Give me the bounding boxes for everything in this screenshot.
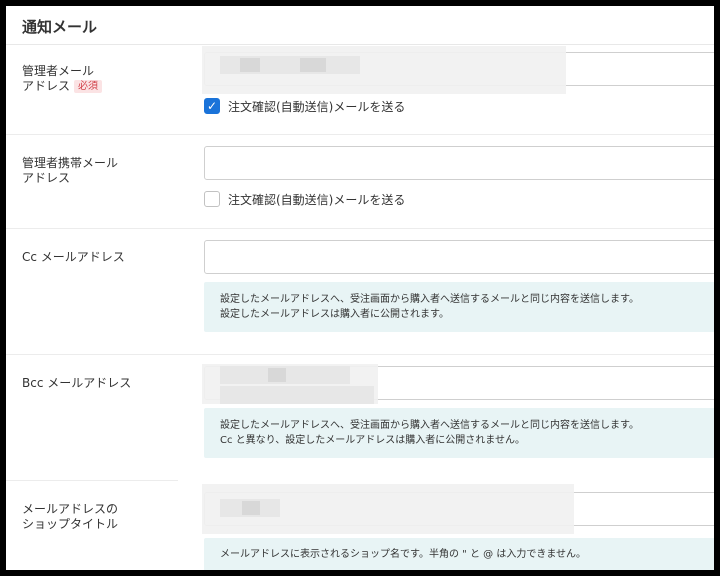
shop-title-label-line2: ショップタイトル xyxy=(22,517,119,531)
required-badge: 必須 xyxy=(74,80,103,93)
admin-mobile-email-confirm-checkbox[interactable]: 注文確認(自動送信)メールを送る xyxy=(204,190,405,208)
shop-title-help-text: メールアドレスに表示されるショップ名です。半角の " と @ は入力できません。 xyxy=(220,549,587,560)
admin-mobile-email-label-line1: 管理者携帯メール xyxy=(22,156,119,170)
row-divider xyxy=(6,354,714,355)
admin-mobile-email-label: 管理者携帯メール アドレス xyxy=(22,156,118,186)
shop-title-label-line1: メールアドレスの xyxy=(22,502,119,516)
shop-title-label: メールアドレスの ショップタイトル xyxy=(22,502,118,532)
admin-email-label: 管理者メール アドレス 必須 xyxy=(22,64,103,94)
redaction-mask xyxy=(242,501,260,515)
section-title: 通知メール xyxy=(22,18,98,36)
admin-email-confirm-label: 注文確認(自動送信)メールを送る xyxy=(228,99,406,114)
row-divider xyxy=(6,480,178,481)
admin-email-label-line1: 管理者メール xyxy=(22,64,95,78)
notification-mail-panel: 通知メール 管理者メール アドレス 必須 ✓ 注文確認(自動送信)メールを送る 管… xyxy=(6,6,714,570)
bcc-email-help-line1: 設定したメールアドレスへ、受注画面から購入者へ送信するメールと同じ内容を送信しま… xyxy=(220,420,639,431)
checkbox-checked-icon[interactable]: ✓ xyxy=(204,98,220,114)
row-divider xyxy=(6,134,714,135)
admin-mobile-email-confirm-label: 注文確認(自動送信)メールを送る xyxy=(228,192,406,207)
admin-email-label-line2: アドレス xyxy=(22,79,71,93)
bcc-email-help-line2: Cc と異なり、設定したメールアドレスは購入者に公開されません。 xyxy=(220,435,525,446)
cc-email-input[interactable] xyxy=(204,240,714,274)
cc-email-label: Cc メールアドレス xyxy=(22,250,125,264)
admin-mobile-email-input[interactable] xyxy=(204,146,714,180)
checkbox-unchecked-icon[interactable] xyxy=(204,191,220,207)
admin-mobile-email-label-line2: アドレス xyxy=(22,171,71,185)
redaction-mask xyxy=(300,58,326,72)
redaction-mask xyxy=(220,386,374,404)
admin-email-confirm-checkbox[interactable]: ✓ 注文確認(自動送信)メールを送る xyxy=(204,97,405,115)
cc-email-help-line2: 設定したメールアドレスは購入者に公開されます。 xyxy=(220,309,449,320)
bcc-email-help-box: 設定したメールアドレスへ、受注画面から購入者へ送信するメールと同じ内容を送信しま… xyxy=(204,408,714,458)
cc-email-help-box: 設定したメールアドレスへ、受注画面から購入者へ送信するメールと同じ内容を送信しま… xyxy=(204,282,714,332)
bcc-email-label: Bcc メールアドレス xyxy=(22,376,132,390)
title-divider xyxy=(6,44,714,45)
cc-email-help-line1: 設定したメールアドレスへ、受注画面から購入者へ送信するメールと同じ内容を送信しま… xyxy=(220,294,639,305)
row-divider xyxy=(6,228,714,229)
redaction-mask xyxy=(268,368,286,382)
shop-title-help-box: メールアドレスに表示されるショップ名です。半角の " と @ は入力できません。 xyxy=(204,538,714,570)
redaction-mask xyxy=(240,58,260,72)
